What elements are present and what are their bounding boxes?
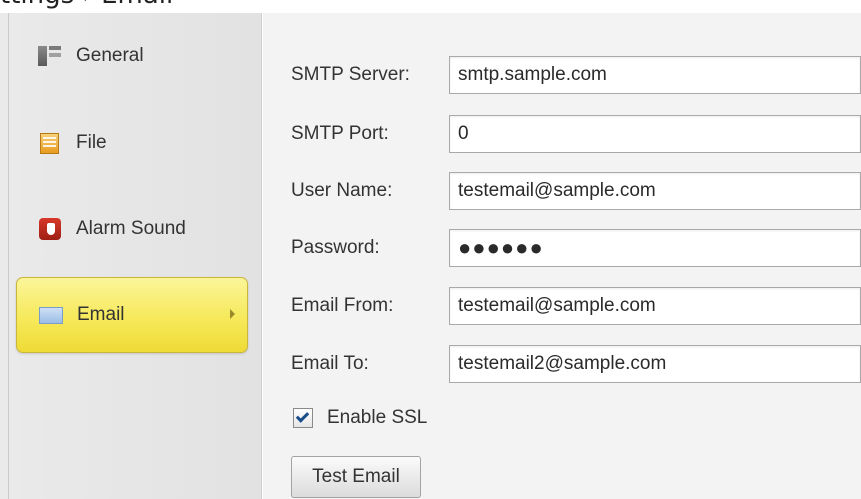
smtp-server-input[interactable] [449,56,861,94]
sidebar-item-label: Email [77,304,125,325]
user-name-input[interactable] [449,172,861,210]
enable-ssl-label[interactable]: Enable SSL [327,407,427,429]
password-input[interactable] [449,229,861,267]
password-row: Password: [291,228,861,268]
sidebar-divider [8,13,9,499]
file-icon [38,131,62,155]
top-caption-strip: ttings › Email [0,0,861,13]
chevron-right-icon [230,309,235,319]
sidebar-item-alarm-sound[interactable]: Alarm Sound [16,191,248,267]
enable-ssl-checkbox[interactable] [293,408,313,428]
sidebar-item-label: General [76,45,144,66]
sidebar-item-label: Alarm Sound [76,218,186,239]
smtp-port-label: SMTP Port: [291,123,389,144]
sidebar-item-file[interactable]: File [16,105,248,181]
email-to-input[interactable] [449,345,861,383]
checkmark-icon [295,409,310,423]
smtp-port-input[interactable] [449,115,861,153]
sidebar-item-email[interactable]: Email [16,277,248,353]
enable-ssl-row[interactable]: Enable SSL [293,403,427,433]
email-envelope-icon [39,303,63,327]
sidebar-item-label: File [76,132,107,153]
email-from-input[interactable] [449,287,861,325]
page-caption: ttings › Email [0,0,173,10]
settings-sidebar: General File Alarm Sound Email [0,13,262,499]
email-to-row: Email To: [291,344,861,384]
smtp-server-label: SMTP Server: [291,64,410,85]
password-label: Password: [291,237,380,258]
alarm-sound-icon [38,217,62,241]
email-from-row: Email From: [291,286,861,326]
smtp-server-row: SMTP Server: [291,55,861,95]
email-settings-panel: SMTP Server: SMTP Port: User Name: Passw… [263,13,861,499]
email-to-label: Email To: [291,353,369,374]
test-email-button[interactable]: Test Email [291,456,421,498]
email-from-label: Email From: [291,295,394,316]
user-name-label: User Name: [291,180,393,201]
user-name-row: User Name: [291,171,861,211]
general-settings-icon [38,44,62,68]
smtp-port-row: SMTP Port: [291,114,861,154]
sidebar-item-general[interactable]: General [16,18,248,94]
